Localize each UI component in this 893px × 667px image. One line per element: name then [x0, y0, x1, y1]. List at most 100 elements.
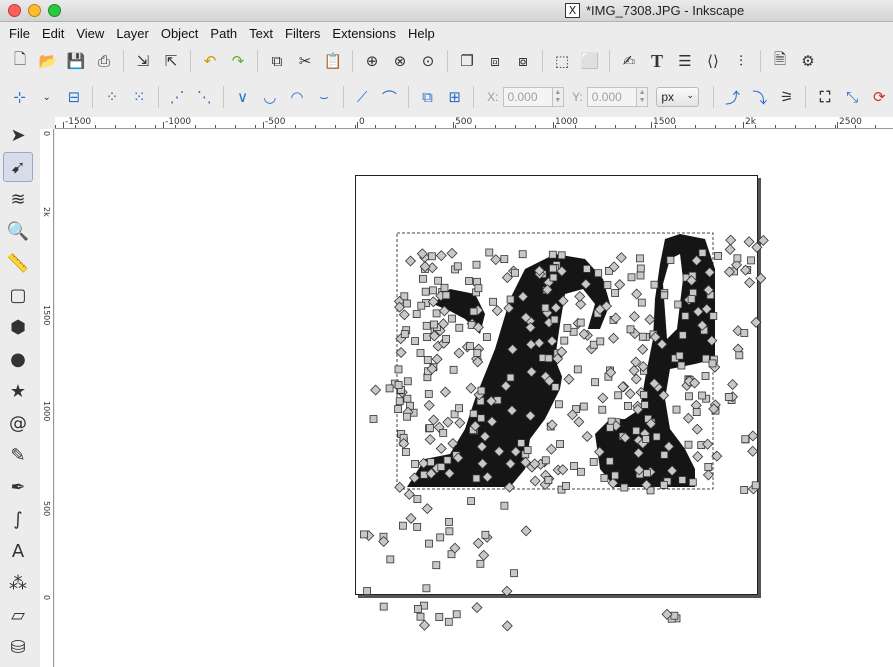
path-node[interactable]: [544, 354, 553, 363]
path-node[interactable]: [672, 405, 681, 414]
path-node[interactable]: [529, 475, 541, 487]
path-node[interactable]: [570, 462, 578, 470]
path-node[interactable]: [398, 521, 407, 530]
show-transform-icon[interactable]: ⛶: [814, 86, 835, 108]
group-icon[interactable]: ⬚: [551, 50, 573, 72]
path-node[interactable]: [541, 456, 550, 465]
path-node[interactable]: [501, 620, 513, 632]
path-node[interactable]: [747, 445, 759, 457]
path-node[interactable]: [452, 610, 461, 619]
path-node[interactable]: [491, 305, 503, 317]
path-node[interactable]: [363, 587, 372, 595]
path-node[interactable]: [708, 359, 717, 368]
path-node[interactable]: [439, 386, 451, 398]
path-node[interactable]: [636, 254, 644, 263]
path-node[interactable]: [624, 388, 636, 400]
path-node[interactable]: [614, 391, 623, 400]
path-node[interactable]: [414, 604, 422, 613]
join-nodes-icon[interactable]: ⁘: [101, 86, 122, 108]
path-node[interactable]: [416, 349, 425, 358]
path-node[interactable]: [628, 310, 640, 323]
path-node[interactable]: [757, 234, 769, 246]
cut-icon[interactable]: ✂: [294, 50, 316, 72]
pencil-tool[interactable]: ✎: [3, 440, 33, 470]
path-node[interactable]: [448, 314, 457, 323]
path-node[interactable]: [636, 264, 645, 273]
path-node[interactable]: [379, 602, 388, 611]
path-node[interactable]: [418, 619, 430, 631]
path-node[interactable]: [643, 469, 651, 478]
rectangle-tool[interactable]: ▢: [3, 280, 33, 310]
path-node[interactable]: [541, 303, 550, 312]
path-node[interactable]: [751, 241, 763, 253]
insert-node-dropdown-icon[interactable]: ⌄: [36, 86, 57, 108]
path-node[interactable]: [423, 399, 435, 411]
path-node[interactable]: [589, 340, 598, 349]
path-node[interactable]: [583, 264, 591, 273]
show-handles-icon[interactable]: ⚞: [776, 86, 797, 108]
path-node[interactable]: [740, 329, 749, 337]
segment-line-icon[interactable]: ⟋: [352, 86, 373, 108]
path-node[interactable]: [687, 295, 696, 303]
path-node[interactable]: [701, 372, 710, 380]
path-node[interactable]: [417, 301, 426, 310]
symmetric-node-icon[interactable]: ◠: [286, 86, 307, 108]
path-node[interactable]: [544, 476, 553, 485]
path-node[interactable]: [741, 435, 750, 444]
text-tool[interactable]: A: [3, 536, 33, 566]
path-node[interactable]: [596, 337, 605, 346]
path-node[interactable]: [478, 549, 490, 561]
duplicate-icon[interactable]: ❐: [456, 50, 478, 72]
selector-tool[interactable]: ➤: [3, 120, 33, 150]
path-node[interactable]: [747, 256, 755, 265]
path-node[interactable]: [517, 439, 526, 448]
path-node[interactable]: [442, 416, 454, 428]
break-path-icon[interactable]: ⁙: [129, 86, 150, 108]
align-icon[interactable]: ⫶: [730, 50, 752, 72]
path-node[interactable]: [405, 512, 417, 524]
path-node[interactable]: [563, 324, 572, 333]
path-node[interactable]: [482, 333, 491, 342]
path-node[interactable]: [724, 392, 733, 401]
path-node[interactable]: [423, 333, 432, 342]
path-node[interactable]: [724, 243, 736, 256]
paste-icon[interactable]: 📋: [322, 50, 344, 72]
path-node[interactable]: [675, 351, 684, 360]
path-node[interactable]: [425, 539, 433, 548]
paint-bucket-tool[interactable]: ⛁: [3, 632, 33, 662]
path-node[interactable]: [400, 330, 409, 339]
path-node[interactable]: [454, 417, 466, 429]
path-node[interactable]: [472, 474, 481, 483]
menu-extensions[interactable]: Extensions: [329, 26, 405, 41]
path-node[interactable]: [617, 381, 629, 393]
path-node[interactable]: [692, 408, 701, 417]
path-node[interactable]: [469, 409, 478, 418]
edit-mask-icon[interactable]: ⤵: [749, 86, 770, 108]
path-node[interactable]: [660, 480, 668, 489]
path-node[interactable]: [435, 613, 444, 621]
path-node[interactable]: [520, 525, 532, 537]
path-node[interactable]: [743, 236, 755, 248]
path-node[interactable]: [605, 457, 614, 466]
print-icon[interactable]: ⎙: [93, 50, 115, 72]
path-node[interactable]: [591, 378, 599, 387]
path-node[interactable]: [453, 262, 462, 271]
path-node[interactable]: [425, 424, 434, 433]
path-node[interactable]: [455, 404, 464, 413]
path-node[interactable]: [626, 325, 635, 334]
path-node[interactable]: [698, 391, 706, 400]
show-bbox-icon[interactable]: ⤡: [842, 86, 863, 108]
path-node[interactable]: [685, 392, 693, 401]
path-node[interactable]: [467, 497, 476, 506]
path-node[interactable]: [637, 298, 646, 307]
ellipse-tool[interactable]: ●: [3, 344, 33, 374]
path-node[interactable]: [501, 585, 513, 597]
path-node[interactable]: [394, 301, 406, 313]
path-node[interactable]: [702, 469, 714, 481]
menu-filters[interactable]: Filters: [282, 26, 329, 41]
path-node[interactable]: [554, 400, 563, 409]
path-node[interactable]: [548, 250, 557, 259]
object-to-path-icon[interactable]: ⧉: [417, 86, 438, 108]
path-node[interactable]: [682, 412, 694, 424]
path-node[interactable]: [561, 481, 570, 490]
